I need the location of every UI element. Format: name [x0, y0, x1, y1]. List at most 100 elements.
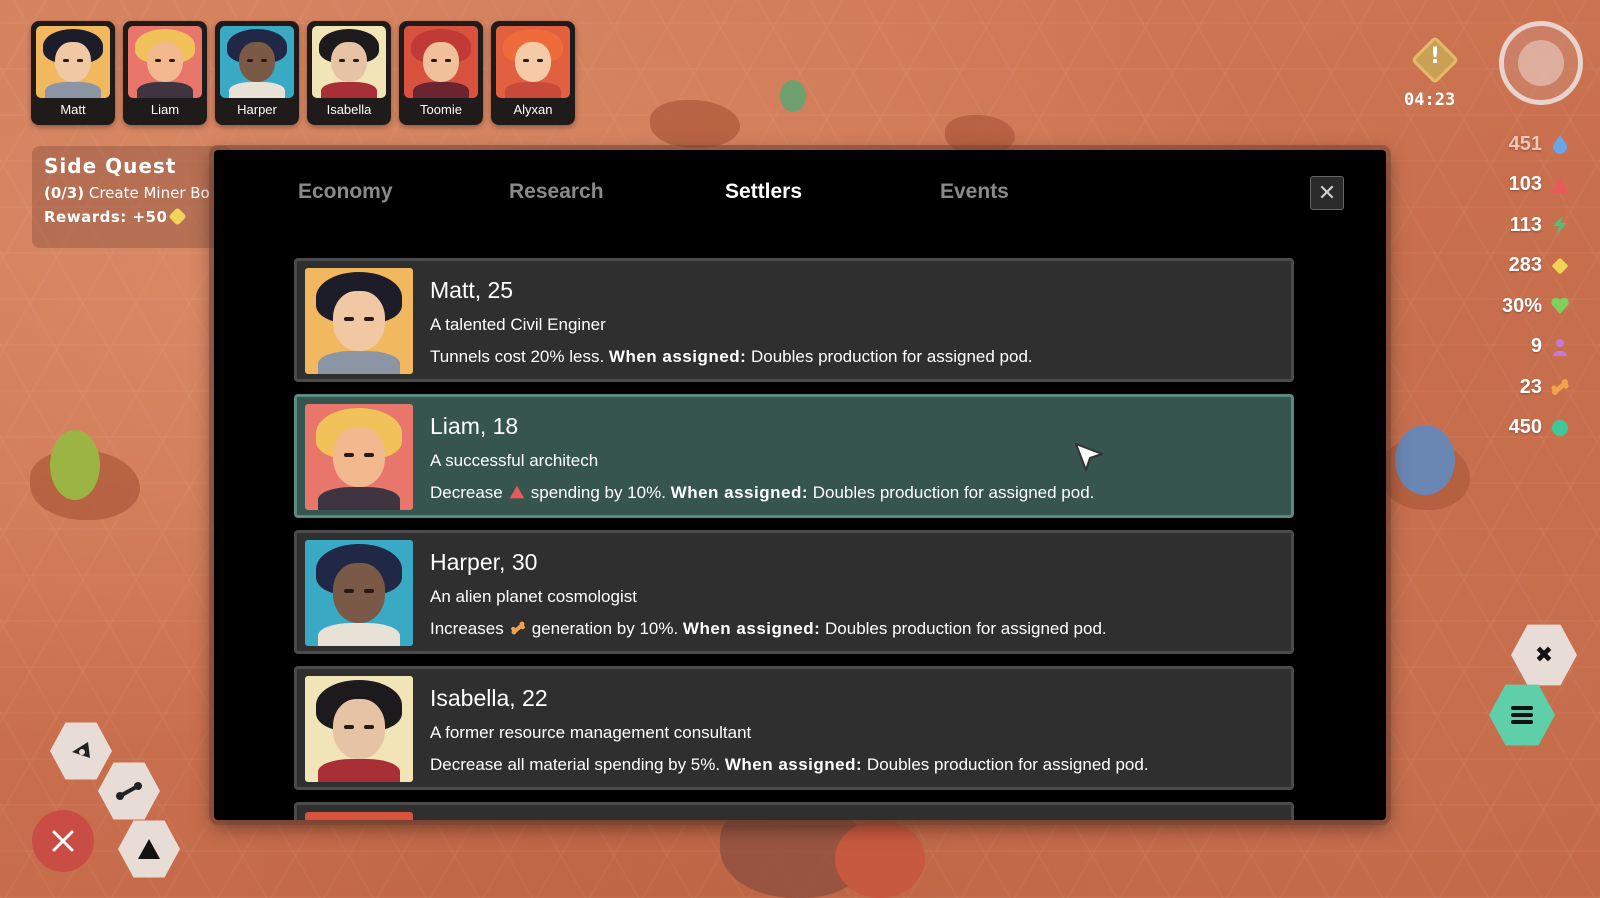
resource-panel: 451 103 113 283 30% 9 23 450 — [1502, 124, 1570, 448]
menu-icon — [1511, 706, 1533, 724]
settler-portrait-matt[interactable]: Matt — [31, 21, 115, 125]
settler-name: Isabella, 22 — [430, 685, 548, 711]
eye — [430, 59, 438, 62]
tab-settlers[interactable]: Settlers — [725, 180, 802, 204]
triangle-material-icon — [509, 484, 525, 500]
settler-card-partial[interactable] — [294, 802, 1294, 820]
settler-role: A successful architech — [430, 451, 599, 470]
close-dialog-button[interactable]: ✕ — [1310, 176, 1344, 210]
side-quest-task: (0/3) Create Miner Bo — [44, 184, 220, 202]
assigned-label: When assigned: — [608, 347, 747, 366]
face — [333, 563, 385, 623]
perk-text-suffix: spending by 10%. — [530, 483, 671, 502]
side-quest-task-text: Create Miner Bo — [88, 184, 210, 202]
settler-perk: Decrease spending by 10%. When assigned: … — [430, 483, 1094, 503]
portrait-image — [220, 26, 294, 98]
side-quest-progress: (0/3) — [44, 184, 85, 202]
alien-plant — [50, 430, 100, 500]
resource-triangle-material[interactable]: 103 — [1502, 165, 1570, 206]
tab-economy[interactable]: Economy — [298, 180, 393, 204]
resource-gold-coin[interactable]: 283 — [1502, 246, 1570, 287]
side-quest-rewards-label: Rewards: +50 — [44, 208, 168, 226]
assigned-label: When assigned: — [670, 483, 809, 502]
side-quest-title: Side Quest — [44, 154, 177, 178]
settler-portrait-toomie[interactable]: Toomie — [399, 21, 483, 125]
settler-portrait-isabella[interactable]: Isabella — [307, 21, 391, 125]
radar-minimap-button[interactable] — [1499, 21, 1583, 105]
resource-teal-orb[interactable]: 450 — [1502, 408, 1570, 449]
side-quest-panel[interactable]: Side Quest (0/3) Create Miner Bo Rewards… — [32, 146, 232, 248]
assigned-effect: Doubles production for assigned pod. — [862, 755, 1149, 774]
settler-name: Harper, 30 — [430, 549, 538, 575]
perk-text: Tunnels cost 20% less. — [430, 347, 609, 366]
resource-heart[interactable]: 30% — [1502, 286, 1570, 327]
face — [515, 41, 551, 83]
face — [239, 41, 275, 83]
eye — [364, 452, 375, 457]
rock — [945, 115, 1015, 155]
eye — [62, 59, 70, 62]
heart-icon — [1550, 296, 1570, 316]
portrait-name: Toomie — [420, 102, 462, 117]
event-timer: 04:23 — [1404, 90, 1456, 110]
eye — [154, 59, 162, 62]
settler-card[interactable]: Harper, 30 An alien planet cosmologist I… — [294, 530, 1294, 654]
shoulders — [228, 82, 286, 98]
portrait-name: Matt — [60, 102, 86, 117]
settler-perk: Tunnels cost 20% less. When assigned: Do… — [430, 347, 1033, 367]
shoulders — [317, 486, 401, 510]
resource-water-drop[interactable]: 451 — [1502, 124, 1570, 165]
alert-warning-icon[interactable]: ! — [1410, 35, 1460, 85]
resource-value: 30% — [1501, 294, 1542, 317]
assigned-effect: Doubles production for assigned pod. — [746, 347, 1033, 366]
eye — [338, 59, 346, 62]
lightning-icon — [1550, 215, 1570, 235]
eye — [364, 724, 375, 729]
settler-list: Matt, 25 A talented Civil Enginer Tunnel… — [294, 258, 1294, 820]
portrait-name: Alyxan — [513, 102, 553, 117]
perk-text-suffix: generation by 10%. — [531, 619, 683, 638]
tab-events[interactable]: Events — [940, 180, 1009, 204]
water-drop-icon — [1550, 134, 1570, 155]
dialog-tabs: Economy Research Settlers Events — [214, 180, 1386, 220]
cancel-button[interactable] — [32, 810, 94, 872]
eye — [536, 59, 544, 62]
shoulders — [412, 82, 470, 98]
eye — [343, 316, 354, 321]
settler-portrait-harper[interactable]: Harper — [215, 21, 299, 125]
perk-text: Increases — [430, 619, 504, 638]
resource-settler[interactable]: 9 — [1502, 327, 1570, 368]
resource-lightning[interactable]: 113 — [1502, 205, 1570, 246]
tab-research[interactable]: Research — [509, 180, 604, 204]
settler-card[interactable]: Matt, 25 A talented Civil Enginer Tunnel… — [294, 258, 1294, 382]
settler-perk: Decrease all material spending by 5%. Wh… — [430, 755, 1149, 775]
settler-portrait-liam[interactable]: Liam — [123, 21, 207, 125]
eye — [364, 588, 375, 593]
resource-value: 283 — [1508, 254, 1542, 277]
settler-perk: Increases generation by 10%. When assigne… — [430, 619, 1107, 639]
bone-food-icon — [510, 620, 526, 636]
resource-bone-food[interactable]: 23 — [1502, 367, 1570, 408]
close-icon: ✖ — [1534, 642, 1554, 668]
assigned-label: When assigned: — [682, 619, 821, 638]
settler-portrait-alyxan[interactable]: Alyxan — [491, 21, 575, 125]
eye — [352, 59, 360, 62]
gold-coin-icon — [168, 207, 188, 226]
settler-avatar — [305, 540, 413, 646]
settler-avatar — [305, 404, 413, 510]
settler-card[interactable]: Isabella, 22 A former resource managemen… — [294, 666, 1294, 790]
settler-avatar — [305, 812, 413, 820]
face — [147, 41, 183, 83]
settler-card[interactable]: Liam, 18 A successful architech Decrease… — [294, 394, 1294, 518]
settler-name: Matt, 25 — [430, 277, 514, 303]
shoulders — [320, 82, 378, 98]
face — [333, 291, 385, 351]
alert-mark: ! — [1429, 44, 1441, 69]
bone-food-icon — [1550, 377, 1570, 397]
shoulders — [317, 758, 401, 782]
triangle-build-icon — [138, 839, 160, 859]
settler-portrait-bar: Matt Liam Harper Isabella Toomie Alyxan — [31, 21, 575, 125]
connect-nodes-icon — [116, 782, 142, 800]
perk-text: Decrease all material spending by 5%. — [430, 755, 725, 774]
pointer-cursor-icon — [1075, 443, 1103, 471]
